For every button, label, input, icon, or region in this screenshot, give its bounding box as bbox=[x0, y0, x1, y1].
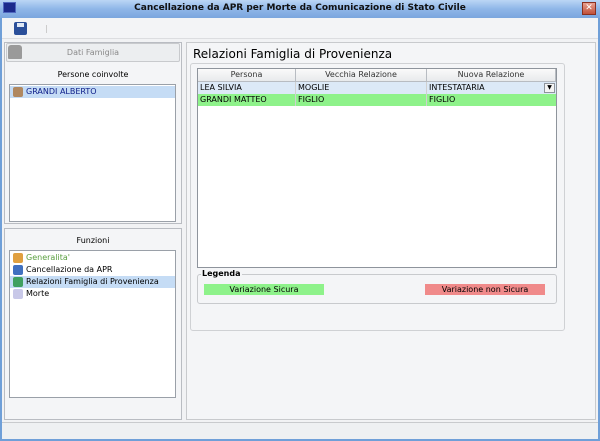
funzione-cancellazione[interactable]: Cancellazione da APR bbox=[10, 264, 175, 276]
person-name: GRANDI ALBERTO bbox=[26, 87, 97, 96]
funzione-label: Morte bbox=[26, 289, 50, 298]
grid-header: Persona Vecchia Relazione Nuova Relazion… bbox=[198, 69, 556, 82]
legend-title: Legenda bbox=[201, 269, 242, 278]
house-icon bbox=[13, 265, 23, 275]
relazioni-grid[interactable]: Persona Vecchia Relazione Nuova Relazion… bbox=[197, 68, 557, 268]
persone-label: Persone coinvolte bbox=[57, 70, 129, 79]
cell-nuova-select[interactable]: INTESTATARIA bbox=[427, 82, 556, 94]
cell-vecchia: MOGLIE bbox=[296, 82, 427, 94]
page-title: Relazioni Famiglia di Provenienza bbox=[193, 47, 393, 61]
family-icon bbox=[8, 45, 22, 59]
toolbar-separator bbox=[46, 25, 47, 33]
legend-safe: Variazione Sicura bbox=[204, 284, 324, 295]
person-icon bbox=[13, 253, 23, 263]
person-icon bbox=[13, 87, 23, 97]
close-button[interactable]: ✕ bbox=[582, 2, 596, 15]
funzione-label: Generalita' bbox=[26, 253, 70, 262]
status-bar bbox=[2, 422, 598, 439]
toolbar bbox=[2, 18, 598, 39]
column-header-vecchia[interactable]: Vecchia Relazione bbox=[296, 69, 427, 81]
funzione-relazioni[interactable]: Relazioni Famiglia di Provenienza bbox=[10, 276, 175, 288]
table-row[interactable]: LEA SILVIA MOGLIE INTESTATARIA ▼ bbox=[198, 82, 556, 94]
save-icon[interactable] bbox=[14, 22, 27, 35]
cell-persona: LEA SILVIA bbox=[198, 82, 296, 94]
funzione-label: Relazioni Famiglia di Provenienza bbox=[26, 277, 159, 286]
window-title: Cancellazione da APR per Morte da Comuni… bbox=[134, 3, 466, 13]
legend-unsafe: Variazione non Sicura bbox=[425, 284, 545, 295]
dati-famiglia-button[interactable]: Dati Famiglia bbox=[6, 43, 180, 62]
funzione-generalita[interactable]: Generalita' bbox=[10, 252, 175, 264]
list-item-person[interactable]: GRANDI ALBERTO bbox=[10, 86, 175, 98]
column-header-persona[interactable]: Persona bbox=[198, 69, 296, 81]
cell-persona: GRANDI MATTEO bbox=[198, 94, 296, 106]
funzioni-label: Funzioni bbox=[76, 236, 110, 245]
persone-list[interactable]: GRANDI ALBERTO bbox=[9, 84, 176, 222]
chevron-down-icon[interactable]: ▼ bbox=[544, 83, 555, 93]
ghost-icon bbox=[13, 289, 23, 299]
family-icon bbox=[13, 277, 23, 287]
table-row[interactable]: GRANDI MATTEO FIGLIO FIGLIO bbox=[198, 94, 556, 106]
cell-nuova[interactable]: FIGLIO bbox=[427, 94, 556, 106]
cell-vecchia: FIGLIO bbox=[296, 94, 427, 106]
funzione-morte[interactable]: Morte bbox=[10, 288, 175, 300]
column-header-nuova[interactable]: Nuova Relazione bbox=[427, 69, 556, 81]
funzione-label: Cancellazione da APR bbox=[26, 265, 113, 274]
funzioni-list[interactable]: Generalita' Cancellazione da APR Relazio… bbox=[9, 250, 176, 398]
